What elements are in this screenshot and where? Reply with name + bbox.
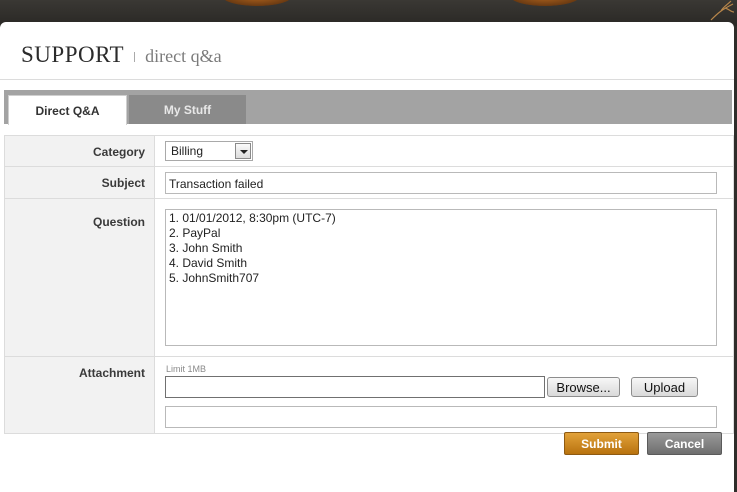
decorative-orb [510,0,580,6]
support-panel: SUPPORT direct q&a Direct Q&A My Stuff C… [0,22,734,492]
file-path-input[interactable] [165,376,545,398]
submit-button[interactable]: Submit [564,432,639,455]
category-select-value: Billing [171,144,204,158]
subject-input[interactable]: Transaction failed [165,172,717,194]
category-label: Category [5,136,155,166]
form-row-attachment: Attachment Limit 1MB Browse... Upload [5,357,733,434]
header-divider-line [0,79,734,80]
page-header: SUPPORT direct q&a [21,42,222,72]
chevron-down-icon[interactable] [235,143,251,159]
header-divider [134,52,136,62]
category-select[interactable]: Billing [165,141,253,161]
tab-direct-qa[interactable]: Direct Q&A [8,95,127,125]
decorative-orb [222,0,292,6]
form-row-subject: Subject Transaction failed [5,167,733,199]
question-textarea[interactable]: 1. 01/01/2012, 8:30pm (UTC-7) 2. PayPal … [165,209,717,346]
browse-button[interactable]: Browse... [547,377,620,397]
question-label: Question [5,199,155,356]
question-form: Category Billing Subject Transaction fai… [4,135,734,434]
tab-my-stuff[interactable]: My Stuff [129,95,246,124]
attachment-label: Attachment [5,357,155,433]
cancel-button[interactable]: Cancel [647,432,722,455]
attachment-list-field[interactable] [165,406,717,428]
form-row-category: Category Billing [5,136,733,167]
page-subtitle: direct q&a [145,46,222,66]
page-title: SUPPORT [21,42,125,67]
tab-bar: Direct Q&A My Stuff [4,90,732,125]
attachment-limit-note: Limit 1MB [166,364,207,374]
upload-button[interactable]: Upload [631,377,698,397]
subject-label: Subject [5,167,155,198]
form-row-question: Question 1. 01/01/2012, 8:30pm (UTC-7) 2… [5,199,733,357]
decorative-twig-icon [710,0,735,21]
